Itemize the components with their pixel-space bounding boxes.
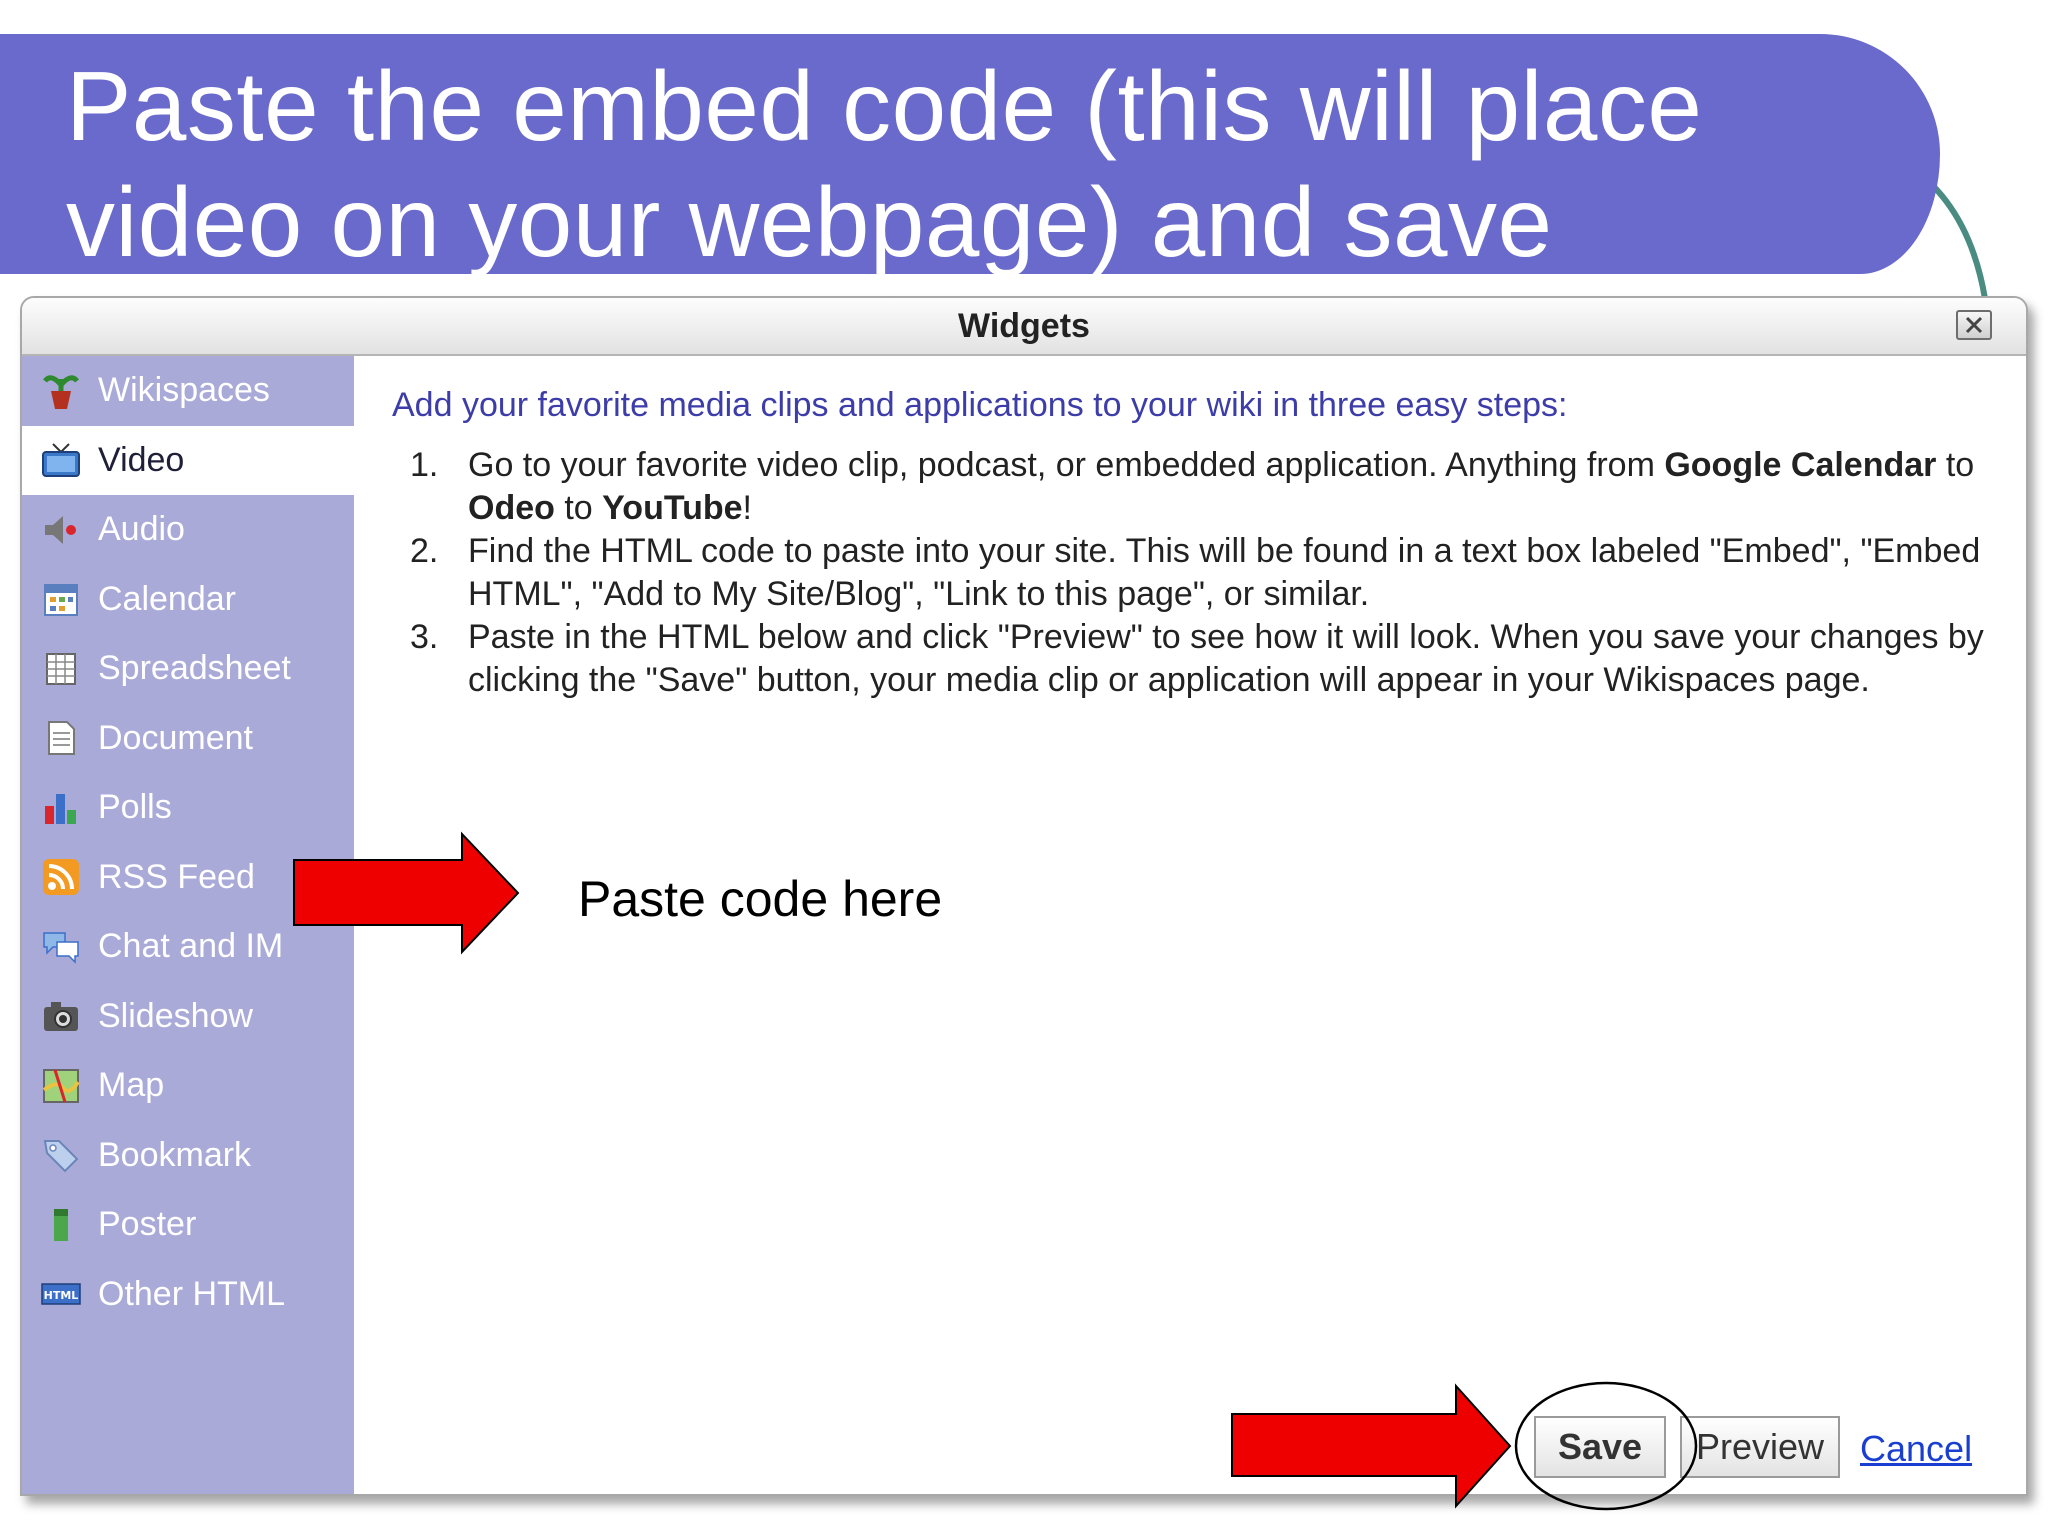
sidebar-item-polls[interactable]: Polls bbox=[22, 773, 354, 843]
dialog-title: Widgets bbox=[958, 307, 1090, 345]
svg-text:HTML: HTML bbox=[44, 1289, 79, 1302]
widgets-dialog: Widgets Wikispaces Video Audio Calendar … bbox=[20, 296, 2028, 1496]
sidebar-item-label: Video bbox=[98, 440, 185, 479]
step-number: 2. bbox=[410, 532, 439, 570]
sidebar-item-calendar[interactable]: Calendar bbox=[22, 565, 354, 635]
spreadsheet-icon bbox=[40, 648, 82, 690]
step-text: Go to your favorite video clip, podcast,… bbox=[468, 446, 1665, 484]
sidebar-item-slideshow[interactable]: Slideshow bbox=[22, 982, 354, 1052]
rss-icon bbox=[40, 856, 82, 898]
dialog-titlebar: Widgets bbox=[22, 298, 2026, 356]
step-text: to bbox=[1936, 446, 1975, 484]
sidebar-item-label: Polls bbox=[98, 788, 172, 827]
sidebar-item-poster[interactable]: Poster bbox=[22, 1190, 354, 1260]
sidebar-item-label: Other HTML bbox=[98, 1274, 286, 1313]
step-number: 3. bbox=[410, 618, 439, 656]
map-icon bbox=[40, 1065, 82, 1107]
save-button[interactable]: Save bbox=[1534, 1416, 1666, 1478]
widget-type-sidebar: Wikispaces Video Audio Calendar Spreadsh… bbox=[22, 356, 354, 1494]
sidebar-item-label: Audio bbox=[98, 510, 185, 549]
sidebar-item-label: RSS Feed bbox=[98, 857, 255, 896]
slide-title-line-2: video on your webpage) and save bbox=[66, 167, 1553, 277]
slide-title-line-1: Paste the embed code (this will place bbox=[66, 51, 1703, 161]
step-text: ! bbox=[742, 489, 752, 527]
tag-icon bbox=[40, 1134, 82, 1176]
steps-list: 1. Go to your favorite video clip, podca… bbox=[392, 444, 1992, 702]
document-icon bbox=[40, 717, 82, 759]
sidebar-item-label: Bookmark bbox=[98, 1135, 252, 1174]
preview-button[interactable]: Preview bbox=[1680, 1416, 1840, 1478]
sidebar-item-label: Poster bbox=[98, 1205, 197, 1244]
sidebar-item-bookmark[interactable]: Bookmark bbox=[22, 1121, 354, 1191]
step-1: 1. Go to your favorite video clip, podca… bbox=[392, 444, 1992, 530]
tv-icon bbox=[40, 439, 82, 481]
sidebar-item-chat-and-im[interactable]: Chat and IM bbox=[22, 912, 354, 982]
sidebar-item-other-html[interactable]: HTML Other HTML bbox=[22, 1260, 354, 1330]
sidebar-item-rss-feed[interactable]: RSS Feed bbox=[22, 843, 354, 913]
intro-text: Add your favorite media clips and applic… bbox=[392, 386, 1568, 424]
sidebar-item-label: Calendar bbox=[98, 579, 236, 618]
paste-code-annotation: Paste code here bbox=[578, 871, 943, 927]
html-icon: HTML bbox=[40, 1273, 82, 1315]
step-bold-text: YouTube bbox=[602, 489, 743, 527]
sidebar-item-document[interactable]: Document bbox=[22, 704, 354, 774]
step-text: to bbox=[554, 489, 603, 527]
wikispaces-plant-icon bbox=[40, 370, 82, 412]
step-text: Paste in the HTML below and click "Previ… bbox=[468, 618, 1984, 699]
step-number: 1. bbox=[410, 446, 439, 484]
sidebar-item-wikispaces[interactable]: Wikispaces bbox=[22, 356, 354, 426]
slide-title: Paste the embed code (this will place vi… bbox=[0, 34, 1940, 277]
step-text: Find the HTML code to paste into your si… bbox=[468, 532, 1981, 613]
sidebar-item-video[interactable]: Video bbox=[22, 425, 354, 495]
step-bold-text: Google Calendar bbox=[1664, 446, 1937, 484]
speaker-icon bbox=[40, 509, 82, 551]
step-bold-text: Odeo bbox=[468, 489, 555, 527]
calendar-icon bbox=[40, 578, 82, 620]
sidebar-item-label: Map bbox=[98, 1066, 165, 1105]
cancel-link[interactable]: Cancel bbox=[1860, 1428, 1972, 1470]
poster-icon bbox=[40, 1204, 82, 1246]
step-3: 3. Paste in the HTML below and click "Pr… bbox=[392, 616, 1992, 702]
close-icon bbox=[1965, 316, 1983, 334]
sidebar-item-spreadsheet[interactable]: Spreadsheet bbox=[22, 634, 354, 704]
sidebar-item-label: Spreadsheet bbox=[98, 649, 291, 688]
sidebar-item-label: Document bbox=[98, 718, 253, 757]
sidebar-item-label: Slideshow bbox=[98, 996, 253, 1035]
sidebar-item-map[interactable]: Map bbox=[22, 1051, 354, 1121]
step-2: 2. Find the HTML code to paste into your… bbox=[392, 530, 1992, 616]
sidebar-item-audio[interactable]: Audio bbox=[22, 495, 354, 565]
close-button[interactable] bbox=[1956, 310, 1992, 340]
sidebar-item-label: Chat and IM bbox=[98, 927, 284, 966]
chat-bubbles-icon bbox=[40, 926, 82, 968]
camera-icon bbox=[40, 995, 82, 1037]
sidebar-item-label: Wikispaces bbox=[98, 371, 270, 410]
bar-chart-icon bbox=[40, 787, 82, 829]
